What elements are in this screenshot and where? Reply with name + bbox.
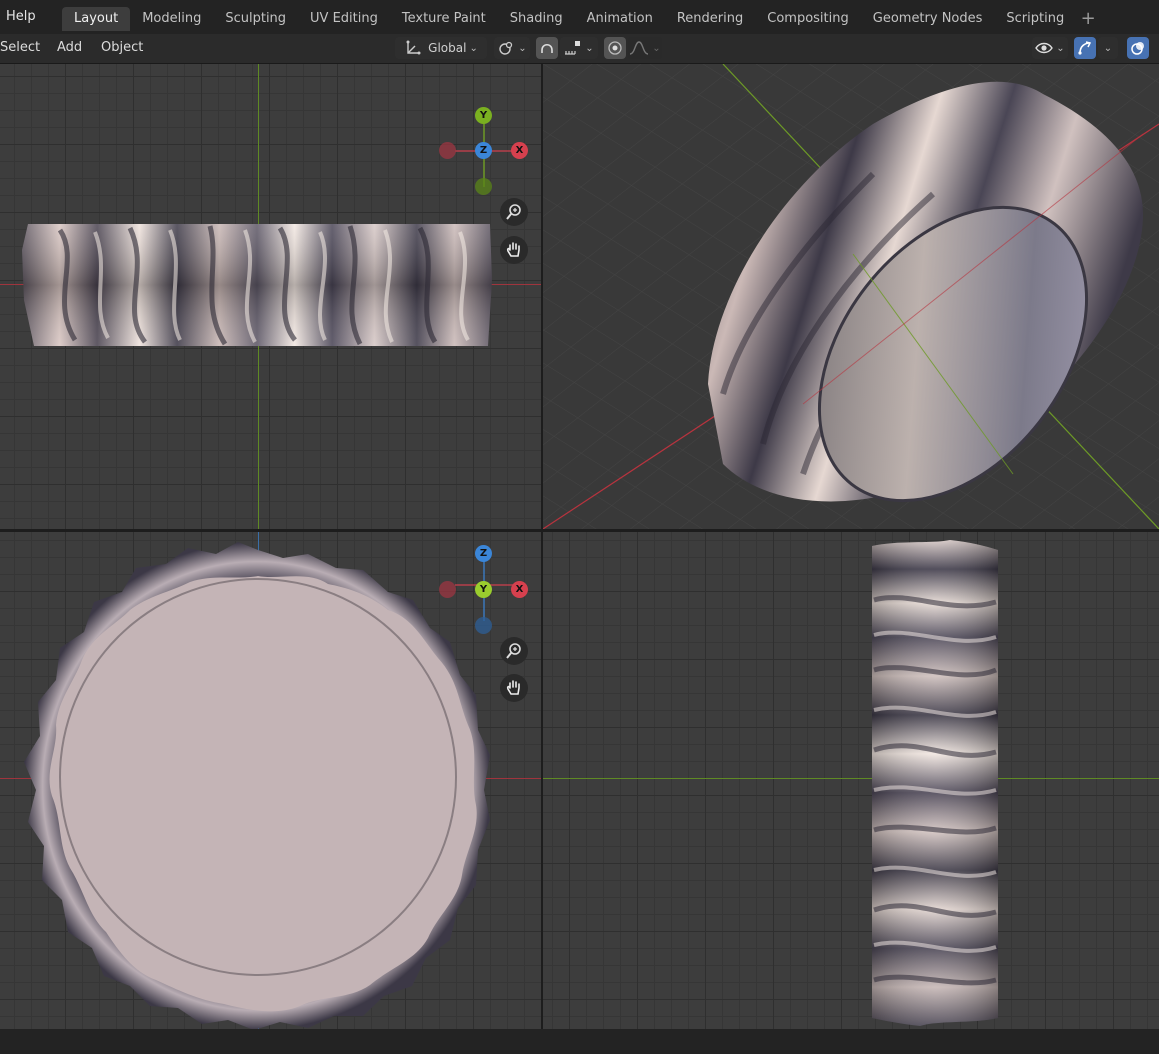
tab-rendering[interactable]: Rendering [665, 7, 755, 31]
gizmo-neg-y-ball[interactable] [475, 178, 492, 195]
object-menu[interactable]: Object [101, 40, 143, 55]
viewport-header: Select Add Object Global ⌄ ⌄ ⌄ ⌄ ⌄ ⌄ [0, 34, 1159, 64]
tab-compositing[interactable]: Compositing [755, 7, 861, 31]
pivot-icon [497, 40, 515, 56]
chevron-down-icon: ⌄ [1103, 42, 1113, 54]
gizmo-neg-x-ball[interactable] [439, 142, 456, 159]
zoom-button[interactable] [500, 198, 528, 226]
tab-geometry-nodes[interactable]: Geometry Nodes [861, 7, 995, 31]
overlay-toggle[interactable] [1127, 37, 1149, 59]
hand-pan-icon [505, 679, 523, 697]
gizmo-toggle[interactable] [1074, 37, 1096, 59]
proportional-edit-icon [607, 40, 623, 56]
gizmo-y-ball[interactable]: Y [475, 107, 492, 124]
y-axis-line [543, 778, 1159, 779]
gizmo-z-ball[interactable]: Z [475, 142, 492, 159]
chevron-down-icon: ⌄ [469, 42, 478, 54]
tab-scripting[interactable]: Scripting [994, 7, 1076, 31]
top-bar: Help Layout Modeling Sculpting UV Editin… [0, 0, 1159, 35]
snap-magnet-icon [539, 40, 555, 56]
zoom-button[interactable] [500, 637, 528, 665]
viewport-top-view[interactable]: Y Z X [0, 64, 541, 529]
hand-pan-icon [505, 241, 523, 259]
help-menu[interactable]: Help [6, 9, 36, 24]
perspective-scene [543, 64, 1159, 529]
gizmo-neg-z-ball[interactable] [475, 617, 492, 634]
select-menu[interactable]: Select [0, 40, 40, 55]
pan-button[interactable] [500, 236, 528, 264]
tab-uv-editing[interactable]: UV Editing [298, 7, 390, 31]
gizmo-z-ball[interactable]: Z [475, 545, 492, 562]
pivot-point-dropdown[interactable]: ⌄ [494, 37, 530, 59]
proportional-edit-toggle[interactable] [604, 37, 626, 59]
snap-increment-icon [564, 40, 582, 56]
workspace-tabs: Layout Modeling Sculpting UV Editing Tex… [62, 7, 1100, 31]
tab-animation[interactable]: Animation [575, 7, 665, 31]
zoom-icon [505, 203, 523, 221]
chevron-down-icon: ⌄ [585, 42, 594, 54]
add-workspace-icon[interactable]: + [1076, 7, 1100, 31]
status-bar [0, 1029, 1159, 1054]
chevron-down-icon: ⌄ [518, 42, 527, 54]
viewport-perspective[interactable] [543, 64, 1159, 529]
viewport-divider-horizontal[interactable] [0, 529, 1159, 532]
proportional-falloff-dropdown[interactable]: ⌄ [628, 37, 662, 59]
gizmo-options-dropdown[interactable]: ⌄ [1098, 37, 1118, 59]
snap-toggle[interactable] [536, 37, 558, 59]
transform-orientation-icon [404, 40, 422, 56]
gizmo-y-ball[interactable]: Y [475, 581, 492, 598]
tab-texture-paint[interactable]: Texture Paint [390, 7, 498, 31]
ring-side-mesh [22, 224, 492, 346]
visibility-dropdown[interactable]: ⌄ [1032, 37, 1068, 59]
add-menu[interactable]: Add [57, 40, 82, 55]
gizmo-icon [1077, 40, 1093, 56]
pan-button[interactable] [500, 674, 528, 702]
tab-layout[interactable]: Layout [62, 7, 131, 31]
tab-sculpting[interactable]: Sculpting [213, 7, 298, 31]
navigation-gizmo-top[interactable]: Y Z X [434, 106, 534, 206]
gizmo-neg-x-ball[interactable] [439, 581, 456, 598]
falloff-icon [629, 40, 649, 56]
zoom-icon [505, 642, 523, 660]
viewport-divider-vertical[interactable] [541, 64, 543, 1029]
gizmo-x-ball[interactable]: X [511, 142, 528, 159]
snap-target-dropdown[interactable]: ⌄ [560, 37, 598, 59]
gizmo-x-ball[interactable]: X [511, 581, 528, 598]
transform-orientation-dropdown[interactable]: Global ⌄ [395, 37, 487, 59]
transform-orientation-label: Global [428, 41, 467, 55]
tab-modeling[interactable]: Modeling [130, 7, 213, 31]
chevron-down-icon: ⌄ [652, 42, 661, 54]
overlay-icon [1130, 40, 1146, 56]
visibility-icon [1035, 40, 1054, 56]
navigation-gizmo-front[interactable]: Z Y X [434, 540, 534, 640]
ring-edge-mesh [872, 540, 998, 1026]
chevron-down-icon: ⌄ [1056, 42, 1065, 54]
ring-inner-edge [59, 578, 457, 976]
tab-shading[interactable]: Shading [498, 7, 575, 31]
viewport-front-view[interactable]: Z Y X [0, 532, 541, 1029]
viewport-right-view[interactable] [543, 532, 1159, 1029]
